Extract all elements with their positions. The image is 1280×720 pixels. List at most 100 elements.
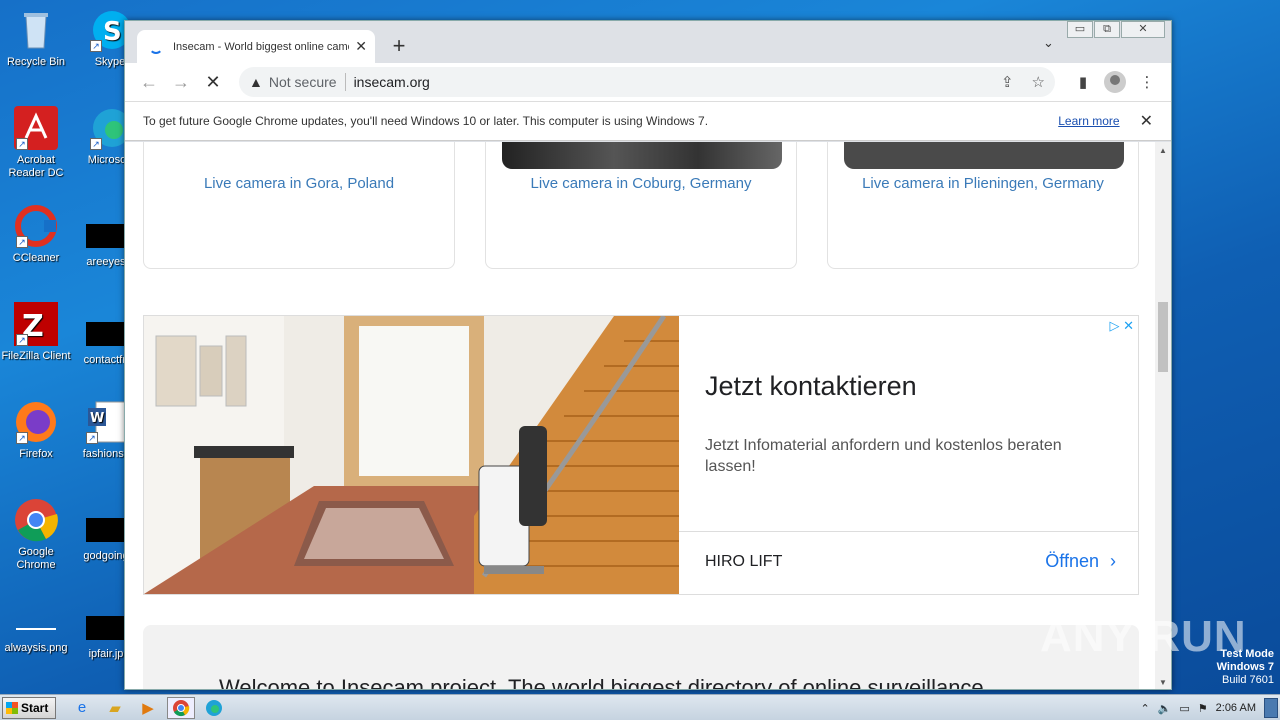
desktop-icon-ccleaner[interactable]: ↗ CCleaner <box>0 204 72 265</box>
desktop-icon-label: Google Chrome <box>16 546 56 571</box>
acrobat-icon: ↗ <box>14 106 58 150</box>
show-desktop-button[interactable] <box>1264 698 1278 718</box>
desktop-icon-firefox[interactable]: ↗ Firefox <box>0 400 72 461</box>
camera-caption-link[interactable]: Live camera in Gora, Poland <box>144 175 454 192</box>
file-icon <box>86 322 126 346</box>
start-label: Start <box>21 700 49 715</box>
png-file-icon <box>14 608 58 638</box>
new-tab-button[interactable]: + <box>387 35 411 59</box>
taskbar-ie-icon[interactable]: e <box>68 697 96 719</box>
camera-card[interactable]: Live camera in Plieningen, Germany <box>827 142 1139 269</box>
desktop-icon-chrome[interactable]: Google Chrome <box>0 498 72 572</box>
test-mode-line: Test Mode <box>1220 648 1274 660</box>
desktop-icon-label: Acrobat Reader DC <box>8 154 64 179</box>
desktop-icon-acrobat[interactable]: ↗ Acrobat Reader DC <box>0 106 72 180</box>
camera-card[interactable]: Live camera in Coburg, Germany <box>485 142 797 269</box>
test-mode-line: Build 7601 <box>1222 674 1274 686</box>
clock[interactable]: 2:06 AM <box>1216 702 1256 714</box>
tab-search-icon[interactable]: ⌄ <box>1043 35 1054 51</box>
test-mode-line: Windows 7 <box>1216 661 1274 673</box>
menu-kebab-icon[interactable]: ⋮ <box>1131 73 1163 91</box>
network-icon[interactable]: ▭ <box>1179 702 1189 715</box>
learn-more-link[interactable]: Learn more <box>1058 114 1119 128</box>
taskbar-edge-icon[interactable] <box>200 697 228 719</box>
profile-avatar-icon[interactable] <box>1104 71 1126 93</box>
address-bar[interactable]: ▲ Not secure insecam.org ⇪ ☆ <box>239 67 1055 97</box>
start-button[interactable]: Start <box>2 696 56 719</box>
ad-description[interactable]: Jetzt Infomaterial anfordern und kostenl… <box>705 435 1085 477</box>
adchoices-icon[interactable]: ▷ ✕ <box>1109 318 1134 334</box>
firefox-icon: ↗ <box>14 400 58 444</box>
window-controls: ▭ ⧉ ✕ <box>1066 21 1165 38</box>
volume-icon[interactable]: 🔈 <box>1158 702 1172 715</box>
system-tray: ⌃ 🔈 ▭ ⚑ 2:06 AM <box>1132 695 1280 720</box>
url-text[interactable]: insecam.org <box>354 74 983 90</box>
restore-button[interactable]: ⧉ <box>1094 21 1120 38</box>
forward-button[interactable]: → <box>165 72 197 93</box>
camera-card[interactable]: Live camera in Gora, Poland <box>143 142 455 269</box>
browser-toolbar: ← → ✕ ▲ Not secure insecam.org ⇪ ☆ ▮ ⋮ <box>125 63 1171 101</box>
infobar-close-icon[interactable]: ✕ <box>1140 111 1153 131</box>
taskbar-explorer-icon[interactable]: ▰ <box>101 697 129 719</box>
ad-image[interactable] <box>144 316 679 594</box>
camera-thumbnail[interactable] <box>844 142 1124 169</box>
desktop-icon-label: Recycle Bin <box>6 56 66 68</box>
welcome-section: Welcome to Insecam project. The world bi… <box>143 625 1139 690</box>
page-scrollbar[interactable]: ▲ ▼ <box>1155 142 1171 689</box>
security-label[interactable]: Not secure <box>269 74 337 90</box>
chevron-right-icon: › <box>1110 551 1116 571</box>
chrome-icon <box>14 498 58 542</box>
shortcut-arrow-icon: ↗ <box>16 432 28 444</box>
camera-thumbnail[interactable] <box>502 142 782 169</box>
shortcut-arrow-icon: ↗ <box>86 432 98 444</box>
taskbar-media-player-icon[interactable]: ▶ <box>134 697 162 719</box>
stop-button[interactable]: ✕ <box>197 72 229 93</box>
shortcut-arrow-icon: ↗ <box>16 236 28 248</box>
taskbar: Start e ▰ ▶ ⌃ 🔈 ▭ ⚑ 2:06 AM <box>0 694 1280 720</box>
ad-open-label: Öffnen <box>1045 551 1099 571</box>
tray-expand-icon[interactable]: ⌃ <box>1140 702 1149 715</box>
scroll-up-arrow-icon[interactable]: ▲ <box>1155 146 1171 155</box>
shortcut-arrow-icon: ↗ <box>90 40 102 52</box>
recycle-bin-icon <box>14 8 58 52</box>
bookmark-star-icon[interactable]: ☆ <box>1032 73 1045 91</box>
desktop-icon-label: CCleaner <box>12 252 60 264</box>
ad-open-button[interactable]: Öffnen › <box>1045 551 1116 572</box>
update-infobar: To get future Google Chrome updates, you… <box>125 101 1171 141</box>
word-doc-icon: W ↗ <box>84 400 128 444</box>
action-center-flag-icon[interactable]: ⚑ <box>1198 702 1208 715</box>
desktop-icon-alwaysis[interactable]: alwaysis.png <box>0 608 72 655</box>
desktop-icon-label: Firefox <box>19 448 53 460</box>
welcome-heading: Welcome to Insecam project. The world bi… <box>219 675 984 690</box>
loading-spinner-icon <box>149 40 163 54</box>
ad-headline[interactable]: Jetzt kontaktieren <box>705 371 917 402</box>
desktop-icon-recycle-bin[interactable]: Recycle Bin <box>0 8 72 69</box>
file-icon <box>86 616 126 640</box>
ad-brand[interactable]: HIRO LIFT <box>705 553 782 571</box>
desktop-icon-filezilla[interactable]: Z ↗ FileZilla Client <box>0 302 72 363</box>
shortcut-arrow-icon: ↗ <box>16 138 28 150</box>
address-separator <box>344 73 346 91</box>
tab-strip: Insecam - World biggest online came ✕ + … <box>125 21 1171 63</box>
ad-divider <box>679 531 1139 532</box>
advertisement[interactable]: ▷ ✕ Jetzt kontaktieren Jetzt Infomateria… <box>143 315 1139 595</box>
back-button[interactable]: ← <box>133 72 165 93</box>
scrollbar-thumb[interactable] <box>1158 302 1168 372</box>
filezilla-icon: Z ↗ <box>14 302 58 346</box>
minimize-button[interactable]: ▭ <box>1067 21 1093 38</box>
camera-caption-link[interactable]: Live camera in Plieningen, Germany <box>828 175 1138 192</box>
tab-close-icon[interactable]: ✕ <box>355 38 367 55</box>
chrome-window: Insecam - World biggest online came ✕ + … <box>124 20 1172 690</box>
close-window-button[interactable]: ✕ <box>1121 21 1165 38</box>
svg-text:S: S <box>103 17 122 47</box>
desktop-icon-label: FileZilla Client <box>1 350 71 362</box>
share-icon[interactable]: ⇪ <box>1001 73 1014 91</box>
camera-caption-link[interactable]: Live camera in Coburg, Germany <box>486 175 796 192</box>
taskbar-chrome-icon[interactable] <box>167 696 195 719</box>
scroll-down-arrow-icon[interactable]: ▼ <box>1155 678 1171 687</box>
test-mode-text: Test Mode Windows 7 Build 7601 <box>1217 648 1274 687</box>
tab-insecam[interactable]: Insecam - World biggest online came ✕ <box>137 30 375 63</box>
windows-flag-icon <box>6 701 18 714</box>
desktop-icon-label: alwaysis.png <box>4 642 68 654</box>
side-panel-icon[interactable]: ▮ <box>1067 73 1099 91</box>
